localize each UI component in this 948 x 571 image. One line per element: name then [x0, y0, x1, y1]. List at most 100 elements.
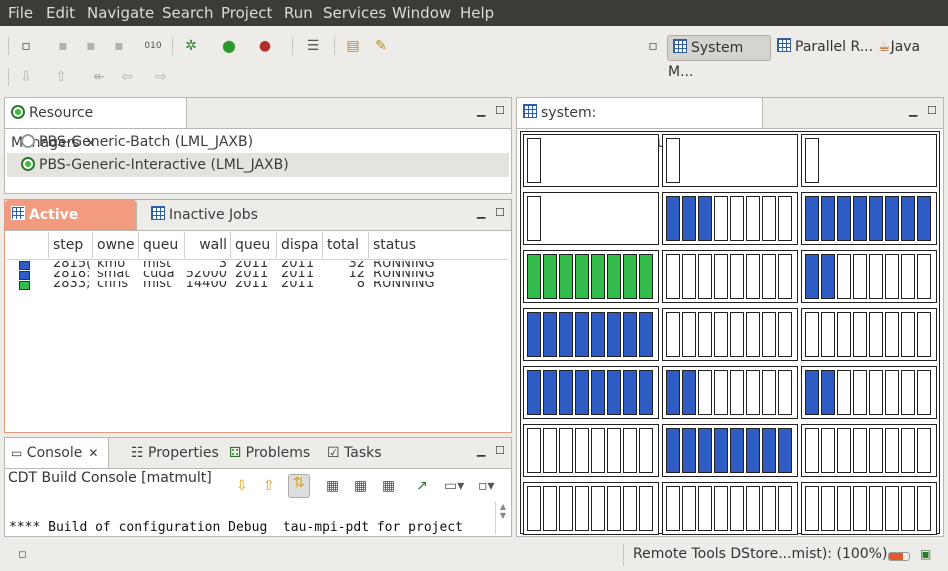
node-core[interactable] — [698, 428, 712, 473]
menu-search[interactable]: Search — [162, 4, 214, 22]
maximize-icon[interactable]: ☐ — [927, 104, 937, 117]
system-node[interactable] — [801, 250, 937, 303]
node-core[interactable] — [853, 254, 867, 299]
node-core[interactable] — [869, 196, 883, 241]
node-core[interactable] — [805, 138, 819, 183]
node-core[interactable] — [575, 254, 589, 299]
minimize-icon[interactable]: ▁ — [477, 444, 485, 457]
system-node[interactable] — [662, 424, 798, 477]
node-core[interactable] — [682, 428, 696, 473]
menu-file[interactable]: File — [8, 4, 33, 22]
node-core[interactable] — [527, 312, 541, 357]
node-core[interactable] — [730, 312, 744, 357]
maximize-icon[interactable]: ☐ — [495, 104, 505, 117]
minimize-icon[interactable]: ▁ — [477, 104, 485, 117]
scroll-down-icon[interactable]: ⇩ — [236, 478, 248, 494]
node-core[interactable] — [591, 486, 605, 531]
node-core[interactable] — [869, 254, 883, 299]
node-core[interactable] — [543, 312, 557, 357]
node-core[interactable] — [607, 486, 621, 531]
system-node[interactable] — [801, 192, 937, 245]
node-core[interactable] — [623, 486, 637, 531]
node-core[interactable] — [575, 312, 589, 357]
node-core[interactable] — [853, 428, 867, 473]
node-core[interactable] — [730, 486, 744, 531]
node-core[interactable] — [730, 428, 744, 473]
node-core[interactable] — [682, 196, 696, 241]
table-row[interactable]: 2818: smat cuda 52000 2011 2011 12 RUNNI… — [7, 271, 509, 280]
node-core[interactable] — [853, 370, 867, 415]
close-icon[interactable]: ✕ — [88, 446, 98, 460]
menu-edit[interactable]: Edit — [46, 4, 75, 22]
node-core[interactable] — [730, 370, 744, 415]
system-node[interactable] — [523, 250, 659, 303]
node-core[interactable] — [901, 312, 915, 357]
node-core[interactable] — [559, 254, 573, 299]
tab-tasks[interactable]: ☑ Tasks — [321, 438, 391, 468]
node-core[interactable] — [901, 486, 915, 531]
system-node[interactable] — [801, 134, 937, 187]
node-core[interactable] — [885, 486, 899, 531]
node-core[interactable] — [821, 370, 835, 415]
node-core[interactable] — [559, 312, 573, 357]
node-core[interactable] — [746, 486, 760, 531]
tab-resource-managers[interactable]: Resource Managers ✕ — [5, 98, 187, 151]
node-core[interactable] — [623, 312, 637, 357]
table-row[interactable]: 2833; chris mist 14400 2011 2011 8 RUNNI… — [7, 281, 509, 290]
node-core[interactable] — [837, 312, 851, 357]
progress-view-icon[interactable]: ▣ — [920, 547, 931, 561]
column-header-status[interactable]: status — [369, 232, 509, 258]
node-core[interactable] — [591, 370, 605, 415]
tab-system[interactable]: system: mist.cs.uoregon.edu✕ — [517, 98, 763, 151]
last-edit-icon[interactable]: ↞ — [90, 68, 108, 86]
table-row[interactable]: 2815( kmo mist 3 2011 2011 32 RUNNING — [7, 261, 509, 270]
node-core[interactable] — [623, 254, 637, 299]
system-node[interactable] — [662, 308, 798, 361]
fast-view-icon[interactable]: ▫ — [18, 547, 27, 562]
scroll-lock-icon[interactable]: ⇅ — [288, 474, 310, 498]
node-core[interactable] — [837, 254, 851, 299]
open-perspective-icon[interactable]: ▫ — [644, 37, 662, 55]
menu-run[interactable]: Run — [284, 4, 313, 22]
node-core[interactable] — [714, 196, 728, 241]
list-item[interactable]: PBS-Generic-Interactive (LML_JAXB) — [7, 153, 509, 177]
node-core[interactable] — [762, 196, 776, 241]
node-core[interactable] — [778, 428, 792, 473]
node-core[interactable] — [559, 428, 573, 473]
node-core[interactable] — [639, 370, 653, 415]
list-item[interactable]: PBS-Generic-Batch (LML_JAXB) — [7, 130, 509, 154]
node-core[interactable] — [714, 370, 728, 415]
wand-icon[interactable]: ✎ — [372, 37, 390, 55]
node-core[interactable] — [666, 312, 680, 357]
node-core[interactable] — [901, 428, 915, 473]
node-core[interactable] — [762, 254, 776, 299]
node-core[interactable] — [821, 254, 835, 299]
node-core[interactable] — [837, 428, 851, 473]
node-core[interactable] — [527, 138, 541, 183]
node-core[interactable] — [762, 428, 776, 473]
menu-help[interactable]: Help — [460, 4, 494, 22]
column-header-total[interactable]: total — [323, 232, 369, 258]
column-header-queued[interactable]: queu — [231, 232, 277, 258]
node-core[interactable] — [682, 486, 696, 531]
node-core[interactable] — [607, 254, 621, 299]
tab-active-jobs[interactable]: Active Jobs✕ — [5, 200, 137, 253]
node-core[interactable] — [639, 486, 653, 531]
copy-icon[interactable]: ▦ — [326, 478, 339, 494]
node-core[interactable] — [559, 486, 573, 531]
node-core[interactable] — [639, 312, 653, 357]
node-core[interactable] — [543, 370, 557, 415]
node-core[interactable] — [821, 312, 835, 357]
task-list-icon[interactable]: ☰ — [304, 37, 322, 55]
maximize-icon[interactable]: ☐ — [495, 206, 505, 219]
column-header-queue[interactable]: queu — [139, 232, 185, 258]
node-core[interactable] — [527, 370, 541, 415]
maximize-icon[interactable]: ☐ — [495, 444, 505, 457]
node-core[interactable] — [607, 312, 621, 357]
node-core[interactable] — [639, 428, 653, 473]
node-core[interactable] — [917, 370, 931, 415]
pin-console-icon[interactable]: ↗ — [416, 478, 428, 494]
node-core[interactable] — [714, 486, 728, 531]
node-core[interactable] — [623, 428, 637, 473]
node-core[interactable] — [575, 428, 589, 473]
